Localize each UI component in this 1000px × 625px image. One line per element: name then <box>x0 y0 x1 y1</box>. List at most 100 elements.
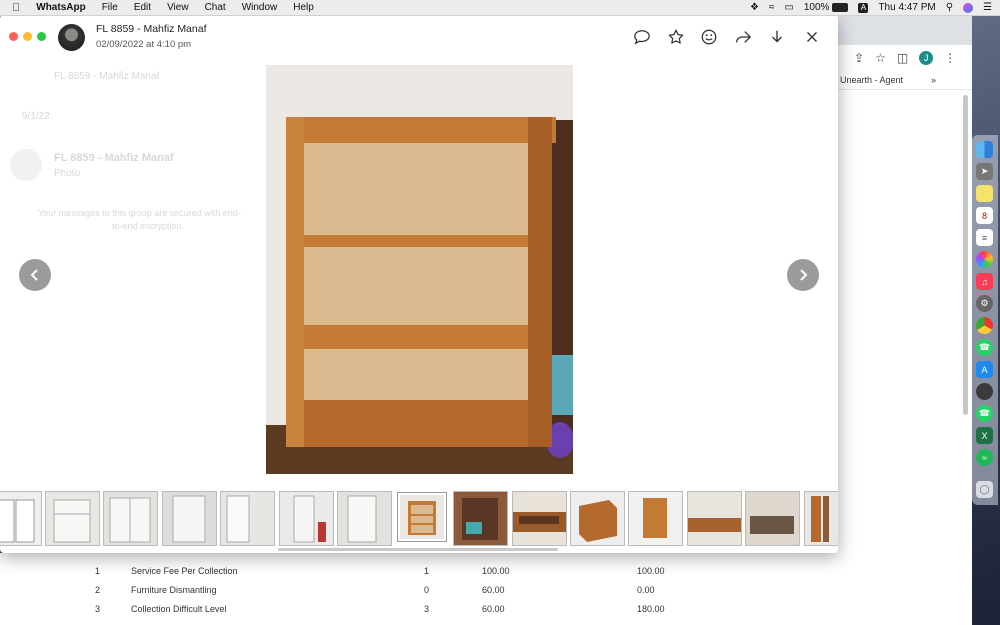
thumbnail-selected[interactable] <box>397 492 447 542</box>
battery-icon[interactable] <box>832 3 849 12</box>
photos-icon[interactable] <box>976 251 993 268</box>
close-window-button[interactable] <box>9 32 18 41</box>
next-photo-button[interactable] <box>787 259 819 291</box>
row-description: Service Fee Per Collection <box>131 566 238 576</box>
menu-bar:  WhatsApp File Edit View Chat Window He… <box>0 0 1000 16</box>
menu-edit[interactable]: Edit <box>126 0 159 15</box>
launchpad-icon[interactable]: ➤ <box>976 163 993 180</box>
bookmark-star-icon[interactable]: ☆ <box>875 51 886 65</box>
excel-icon[interactable]: X <box>976 427 993 444</box>
trash-icon[interactable]: ◯ <box>976 481 993 498</box>
row-quantity: 1 <box>424 566 430 576</box>
avatar[interactable] <box>58 24 85 51</box>
menu-app-name[interactable]: WhatsApp <box>28 0 93 15</box>
airplay-icon[interactable]: ▭ <box>784 2 793 13</box>
menu-clock[interactable]: Thu 4:47 PM <box>878 2 935 13</box>
row-number: 3 <box>95 604 101 614</box>
menu-window[interactable]: Window <box>234 0 286 15</box>
minimize-window-button[interactable] <box>23 32 32 41</box>
zoom-window-button[interactable] <box>37 32 46 41</box>
ghost-info-line1: Your messages to this group are secured … <box>38 208 241 218</box>
calendar-icon[interactable]: 8 <box>976 207 993 224</box>
ghost-avatar <box>10 149 42 181</box>
thumbnail[interactable] <box>804 491 838 546</box>
viewer-header: FL 8859 - Mahfiz Manaf 02/09/2022 at 4:1… <box>0 15 838 63</box>
thumbnail[interactable] <box>103 491 158 546</box>
ghost-chat-preview: Photo <box>54 168 81 179</box>
dropbox-icon[interactable]: ❖ <box>750 2 759 13</box>
chrome-scrollbar[interactable] <box>963 95 968 415</box>
thumbnail[interactable] <box>745 491 800 546</box>
whatsapp-icon[interactable]: ☎ <box>976 339 993 356</box>
row-amount: 0.00 <box>637 585 655 595</box>
close-icon[interactable] <box>803 28 821 46</box>
siri-icon[interactable] <box>963 2 974 13</box>
app-icon[interactable] <box>976 383 993 400</box>
previous-photo-button[interactable] <box>19 259 51 291</box>
thumbnail[interactable] <box>687 491 742 546</box>
menu-view[interactable]: View <box>159 0 197 15</box>
finder-icon[interactable] <box>976 141 993 158</box>
row-rate: 60.00 <box>482 604 505 614</box>
music-icon[interactable]: ♫ <box>976 273 993 290</box>
whatsapp-icon[interactable]: ☎ <box>976 405 993 422</box>
message-timestamp: 02/09/2022 at 4:10 pm <box>96 39 192 50</box>
sidebar-icon[interactable]: ◫ <box>897 51 908 65</box>
thumbnail[interactable] <box>337 491 392 546</box>
bookmarks-bar: Unearth - Agent » <box>830 71 972 90</box>
ghost-search: FL 8859 - Mahfiz Manaf <box>54 71 160 82</box>
bookmarks-overflow-icon[interactable]: » <box>931 75 936 85</box>
menu-help[interactable]: Help <box>285 0 322 15</box>
ghost-date: 9/1/22 <box>22 111 50 122</box>
go-to-message-icon[interactable] <box>633 28 651 46</box>
input-source-icon[interactable]: A <box>858 2 869 13</box>
thumbnail[interactable] <box>45 491 100 546</box>
thumbnail[interactable] <box>279 491 334 546</box>
react-emoji-icon[interactable] <box>700 28 718 46</box>
thumbnail[interactable] <box>512 491 567 546</box>
chrome-icon[interactable] <box>976 317 993 334</box>
thumbnail[interactable] <box>453 491 508 546</box>
row-number: 2 <box>95 585 101 595</box>
wifi-icon[interactable]: ≈ <box>769 2 775 13</box>
share-icon[interactable]: ⇪ <box>854 51 864 65</box>
forward-icon[interactable] <box>734 28 752 46</box>
chrome-tab-bar <box>830 15 972 45</box>
row-amount: 180.00 <box>637 604 665 614</box>
thumbnail[interactable] <box>220 491 275 546</box>
row-description: Collection Difficult Level <box>131 604 227 614</box>
table-row: 2 Furniture Dismantling 0 60.00 0.00 <box>0 580 830 599</box>
control-center-icon[interactable]: ☰ <box>983 2 992 13</box>
row-quantity: 3 <box>424 604 430 614</box>
menu-chat[interactable]: Chat <box>197 0 234 15</box>
ghost-chat-name: FL 8859 - Mahfiz Manaf <box>54 152 174 164</box>
whatsapp-media-viewer: FL 8859 - Mahfiz Manaf 9/1/22 FL 8859 - … <box>0 15 838 553</box>
row-number: 1 <box>95 566 101 576</box>
reminders-icon[interactable]: ≡ <box>976 229 993 246</box>
row-rate: 60.00 <box>482 585 505 595</box>
thumbnail[interactable] <box>570 491 625 546</box>
row-rate: 100.00 <box>482 566 510 576</box>
thumbnail[interactable] <box>162 491 217 546</box>
apple-menu-icon[interactable]:  <box>0 2 28 14</box>
chrome-profile-avatar[interactable]: J <box>919 51 934 65</box>
main-photo[interactable] <box>266 65 573 474</box>
app-store-icon[interactable]: A <box>976 361 993 378</box>
ghost-info-line2: to-end encryption. <box>112 221 185 231</box>
chrome-menu-icon[interactable]: ⋮ <box>944 51 956 65</box>
thumbnail-scrollbar[interactable] <box>278 548 558 551</box>
download-icon[interactable] <box>768 28 786 46</box>
menu-file[interactable]: File <box>94 0 126 15</box>
table-row: 1 Service Fee Per Collection 1 100.00 10… <box>0 561 830 580</box>
bookmark-unearth-agent[interactable]: Unearth - Agent <box>840 75 903 85</box>
row-amount: 100.00 <box>637 566 665 576</box>
chrome-window: ⇪ ☆ ◫ J ⋮ Unearth - Agent » <box>830 15 972 625</box>
star-icon[interactable] <box>667 28 685 46</box>
thumbnail[interactable] <box>628 491 683 546</box>
spotify-icon[interactable]: ≈ <box>976 449 993 466</box>
spotlight-icon[interactable]: ⚲ <box>946 2 953 13</box>
system-preferences-icon[interactable]: ⚙ <box>976 295 993 312</box>
thumbnail[interactable] <box>0 491 42 546</box>
battery-percent[interactable]: 100% <box>804 2 830 13</box>
notes-icon[interactable] <box>976 185 993 202</box>
